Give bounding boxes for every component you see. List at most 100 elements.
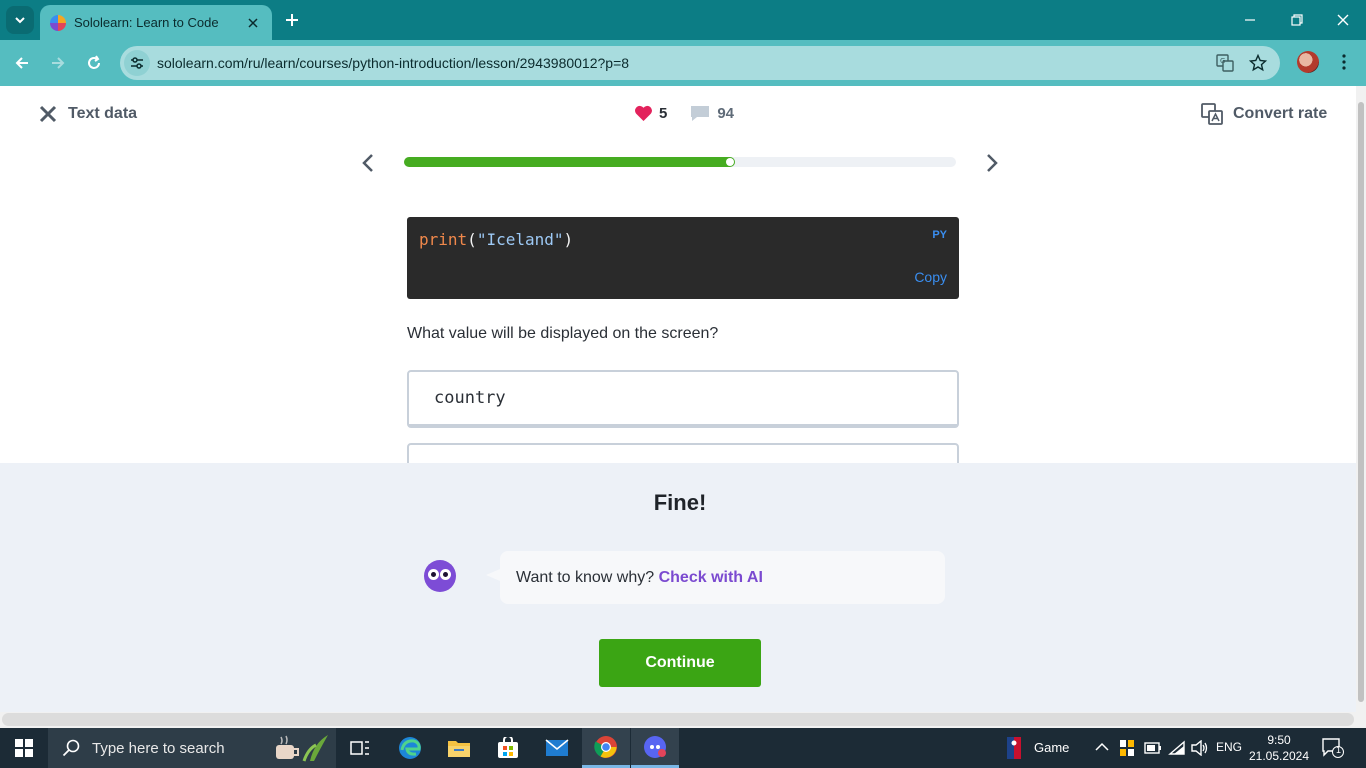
tab-close-button[interactable] xyxy=(244,14,262,32)
translate-icon xyxy=(1201,103,1223,125)
result-panel: Fine! Want to know why? Check with AI Co… xyxy=(0,463,1356,712)
forward-button[interactable] xyxy=(46,51,70,75)
result-title: Fine! xyxy=(653,490,707,515)
discord-taskbar-button[interactable] xyxy=(631,728,679,768)
minimize-button[interactable] xyxy=(1238,8,1262,32)
bookmark-button[interactable] xyxy=(1248,53,1268,73)
chrome-taskbar-button[interactable] xyxy=(582,728,630,768)
previous-step-button[interactable] xyxy=(358,151,378,175)
volume-icon[interactable] xyxy=(1191,740,1209,756)
mail-button[interactable] xyxy=(533,728,581,768)
address-bar[interactable]: sololearn.com/ru/learn/courses/python-in… xyxy=(120,46,1280,80)
chrome-icon xyxy=(594,735,617,758)
chevron-up-icon[interactable] xyxy=(1095,742,1109,752)
security-shield-icon[interactable] xyxy=(1119,739,1135,757)
minimize-icon xyxy=(1245,19,1255,21)
tune-icon xyxy=(131,57,143,69)
back-button[interactable] xyxy=(10,51,34,75)
more-vertical-icon xyxy=(1342,54,1346,70)
translate-icon: G xyxy=(1216,54,1234,72)
edge-taskbar-button[interactable] xyxy=(386,728,434,768)
comments-count[interactable]: 94 xyxy=(717,105,734,122)
chevron-right-icon xyxy=(987,154,998,172)
tab-title: Sololearn: Learn to Code xyxy=(74,15,219,30)
file-explorer-button[interactable] xyxy=(435,728,483,768)
plus-icon xyxy=(286,14,298,26)
translate-button[interactable]: G xyxy=(1215,53,1235,73)
folder-icon xyxy=(448,741,470,757)
close-icon xyxy=(248,17,258,28)
heart-icon xyxy=(635,105,652,121)
progress-fill xyxy=(404,157,735,167)
horizontal-scrollbar-thumb[interactable] xyxy=(2,713,1354,726)
convert-rate-button[interactable]: Convert rate xyxy=(1201,103,1327,125)
notifications-button[interactable]: 1 xyxy=(1322,738,1344,758)
chevron-left-icon xyxy=(362,154,373,172)
wifi-icon[interactable] xyxy=(1168,740,1186,756)
comment-icon[interactable] xyxy=(689,104,711,123)
mascot-avatar xyxy=(424,560,456,592)
lesson-stats: 5 94 xyxy=(634,104,734,123)
vertical-scrollbar[interactable] xyxy=(1356,86,1366,712)
taskbar-clock[interactable]: 9:50 21.05.2024 xyxy=(1244,732,1314,764)
continue-button[interactable]: Continue xyxy=(599,639,761,687)
battery-icon[interactable] xyxy=(1144,742,1162,754)
restore-button[interactable] xyxy=(1285,8,1309,32)
star-icon xyxy=(1249,54,1267,72)
window-close-button[interactable] xyxy=(1331,8,1355,32)
copy-code-button[interactable]: Copy xyxy=(914,269,947,285)
ai-hint-bubble: Want to know why? Check with AI xyxy=(486,551,945,604)
active-tab[interactable]: Sololearn: Learn to Code xyxy=(40,5,272,40)
input-language[interactable]: ENG xyxy=(1216,740,1242,754)
mascot-eye-right xyxy=(440,569,451,580)
game-widget-label[interactable]: Game xyxy=(1034,740,1069,755)
store-button[interactable] xyxy=(484,728,532,768)
next-step-button[interactable] xyxy=(982,151,1002,175)
notification-count: 1 xyxy=(1336,745,1342,755)
check-with-ai-link[interactable]: Check with AI xyxy=(659,569,763,586)
mail-icon xyxy=(545,739,569,756)
browser-toolbar: sololearn.com/ru/learn/courses/python-in… xyxy=(0,40,1366,86)
reload-button[interactable] xyxy=(82,51,106,75)
restore-icon xyxy=(1291,14,1303,26)
code-string: "Iceland" xyxy=(476,230,564,249)
sololearn-favicon-icon xyxy=(50,14,66,31)
lesson-title: Text data xyxy=(68,105,138,122)
close-icon xyxy=(1337,14,1349,26)
clock-date: 21.05.2024 xyxy=(1248,749,1310,763)
new-tab-button[interactable] xyxy=(282,10,302,30)
search-icon xyxy=(62,739,80,757)
code-function: print xyxy=(419,230,468,249)
ai-hint-text: Want to know why? Check with AI xyxy=(516,569,763,587)
store-icon xyxy=(498,737,518,758)
vertical-scrollbar-thumb[interactable] xyxy=(1358,102,1364,702)
browser-menu-button[interactable] xyxy=(1334,52,1354,72)
site-info-button[interactable] xyxy=(124,50,150,76)
code-block: print("Iceland") PY Copy xyxy=(407,217,959,299)
nba-logo-icon xyxy=(1007,737,1021,759)
answer-value: country xyxy=(434,388,506,408)
code-close-paren: ) xyxy=(563,230,574,249)
tea-cup-icon xyxy=(276,735,328,762)
edge-icon xyxy=(399,737,421,759)
reload-icon xyxy=(88,55,100,69)
task-view-icon xyxy=(350,741,369,755)
windows-logo-icon xyxy=(15,739,33,757)
mascot-eye-left xyxy=(428,569,439,580)
horizontal-scrollbar[interactable] xyxy=(0,712,1366,728)
convert-rate-label: Convert rate xyxy=(1233,105,1328,122)
answer-input[interactable]: country xyxy=(407,370,959,428)
tab-search-button[interactable] xyxy=(6,6,34,34)
arrow-right-icon xyxy=(52,57,65,69)
chevron-down-icon xyxy=(15,17,25,24)
close-lesson-button[interactable]: Text data xyxy=(38,104,137,124)
clock-time: 9:50 xyxy=(1267,733,1291,747)
profile-avatar[interactable] xyxy=(1297,51,1319,73)
game-app-icon xyxy=(644,735,666,758)
search-placeholder: Type here to search xyxy=(92,739,225,757)
taskbar-search[interactable]: Type here to search xyxy=(48,728,336,768)
task-view-button[interactable] xyxy=(336,728,384,768)
code-line: print("Iceland") xyxy=(419,230,573,249)
browser-tab-bar: Sololearn: Learn to Code xyxy=(0,0,1366,40)
start-button[interactable] xyxy=(0,728,48,768)
